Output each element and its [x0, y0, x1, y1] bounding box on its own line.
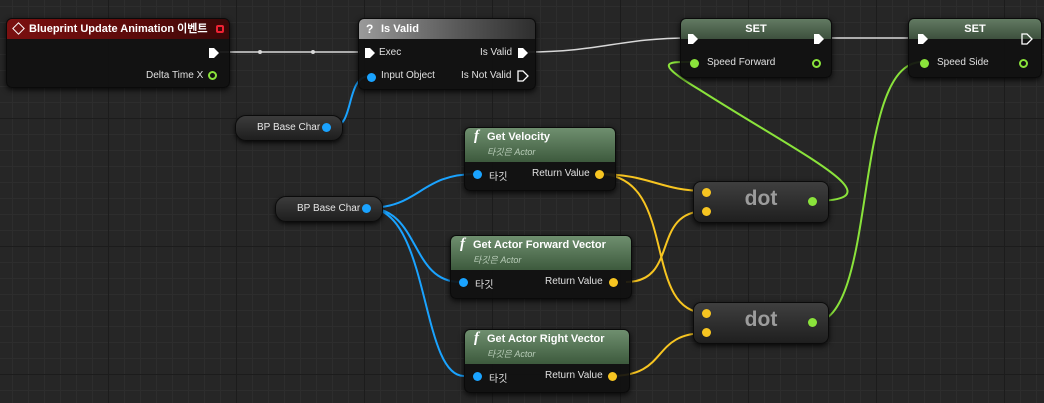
bp-base-char-variable-2[interactable]: BP Base Char — [275, 196, 383, 222]
speed-side-in-pin[interactable] — [920, 59, 929, 68]
speed-forward-label: Speed Forward — [707, 57, 776, 68]
return-value-label: Return Value — [532, 168, 590, 179]
set-speed-forward-node[interactable]: SET Speed Forward — [680, 18, 832, 78]
target-label: 타깃 — [489, 172, 508, 183]
variable-label: BP Base Char — [297, 203, 361, 214]
is-not-valid-label: Is Not Valid — [461, 70, 512, 81]
get-actor-right-vector-node[interactable]: f Get Actor Right Vector 타깃은 Actor 타깃 Re… — [464, 329, 630, 393]
is-valid-header: ? Is Valid — [359, 19, 535, 39]
function-icon: f — [474, 330, 479, 346]
get-forward-title: Get Actor Forward Vector — [473, 239, 606, 251]
exec-in-pin[interactable] — [687, 33, 699, 45]
set-title: SET — [964, 23, 986, 35]
set-header: SET — [681, 19, 831, 39]
is-valid-title: Is Valid — [381, 23, 419, 35]
get-velocity-header: f Get Velocity 타깃은 Actor — [465, 128, 615, 162]
exec-out-pin[interactable] — [1021, 33, 1033, 45]
return-value-label: Return Value — [545, 276, 603, 287]
dot-product-node-2[interactable]: dot — [693, 302, 829, 344]
target-pin[interactable] — [473, 170, 482, 179]
is-valid-node[interactable]: ? Is Valid Exec Input Object Is Valid Is… — [358, 18, 536, 90]
object-wire-var2-velocity — [367, 173, 477, 209]
get-right-title: Get Actor Right Vector — [487, 333, 605, 345]
exec-wire-isvalid-set1 — [527, 37, 691, 53]
get-right-header: f Get Actor Right Vector 타깃은 Actor — [465, 330, 629, 364]
is-valid-exec-pin[interactable] — [517, 47, 529, 59]
get-right-subtitle: 타깃은 Actor — [487, 349, 536, 359]
object-wire-var2-forward — [367, 207, 461, 283]
get-velocity-node[interactable]: f Get Velocity 타깃은 Actor 타깃 Return Value — [464, 127, 616, 191]
get-actor-forward-vector-node[interactable]: f Get Actor Forward Vector 타깃은 Actor 타깃 … — [450, 235, 632, 299]
bp-base-char-variable-1[interactable]: BP Base Char — [235, 115, 343, 141]
exec-label: Exec — [379, 47, 402, 58]
event-node-update-animation[interactable]: Blueprint Update Animation 이벤트 Delta Tim… — [6, 18, 230, 88]
set-speed-side-node[interactable]: SET Speed Side — [908, 18, 1042, 78]
speed-forward-out-pin[interactable] — [812, 59, 821, 68]
target-pin[interactable] — [473, 372, 482, 381]
get-velocity-title: Get Velocity — [487, 131, 550, 143]
get-velocity-subtitle: 타깃은 Actor — [487, 147, 536, 157]
set-title: SET — [745, 23, 767, 35]
vector-wire-forward-dot1 — [625, 210, 707, 283]
function-icon: f — [460, 236, 465, 252]
variable-label: BP Base Char — [257, 122, 321, 133]
exec-out-pin[interactable] — [813, 33, 825, 45]
target-label: 타깃 — [475, 280, 494, 291]
delta-time-label: Delta Time X — [146, 70, 204, 81]
delta-time-pin[interactable] — [208, 71, 217, 80]
return-value-pin[interactable] — [609, 278, 618, 287]
return-value-label: Return Value — [545, 370, 603, 381]
target-label: 타깃 — [489, 374, 508, 385]
exec-in-pin[interactable] — [917, 33, 929, 45]
is-valid-out-label: Is Valid — [480, 47, 513, 58]
is-not-valid-exec-pin[interactable] — [517, 70, 529, 82]
speed-side-label: Speed Side — [937, 57, 989, 68]
get-forward-header: f Get Actor Forward Vector 타깃은 Actor — [451, 236, 631, 270]
target-pin[interactable] — [459, 278, 468, 287]
speed-side-out-pin[interactable] — [1019, 59, 1028, 68]
dot-output-pin[interactable] — [808, 197, 817, 206]
dot-output-pin[interactable] — [808, 318, 817, 327]
speed-forward-in-pin[interactable] — [690, 59, 699, 68]
input-object-pin[interactable] — [367, 73, 376, 82]
exec-out-pin[interactable] — [208, 47, 220, 59]
dot-product-node-1[interactable]: dot — [693, 181, 829, 223]
return-value-pin[interactable] — [608, 372, 617, 381]
get-forward-subtitle: 타깃은 Actor — [473, 255, 522, 265]
return-value-pin[interactable] — [595, 170, 604, 179]
diamond-event-icon — [12, 22, 25, 35]
variable-out-pin[interactable] — [322, 123, 331, 132]
variable-out-pin[interactable] — [362, 204, 371, 213]
event-node-title: Blueprint Update Animation 이벤트 — [29, 23, 208, 35]
event-node-header: Blueprint Update Animation 이벤트 — [7, 19, 229, 39]
exec-in-pin[interactable] — [364, 47, 376, 59]
stop-icon — [216, 25, 224, 33]
function-icon: f — [474, 128, 479, 144]
input-object-label: Input Object — [381, 70, 435, 81]
question-icon: ? — [366, 22, 374, 36]
